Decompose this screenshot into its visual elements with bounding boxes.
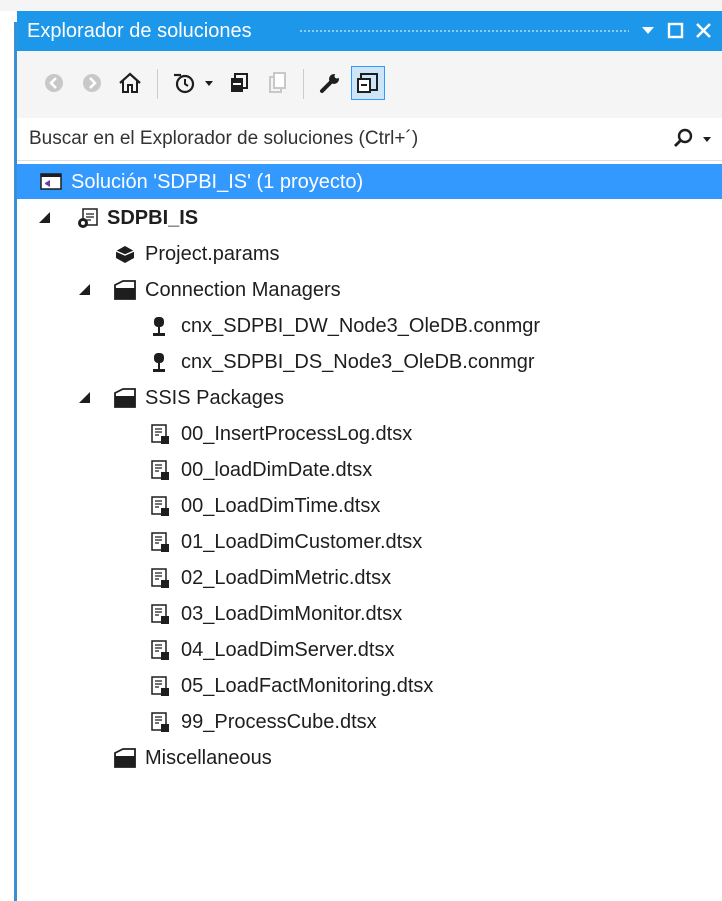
package-icon xyxy=(149,602,173,626)
tree-item-package[interactable]: 02_LoadDimMetric.dtsx xyxy=(17,560,722,595)
search-options-chevron-icon[interactable] xyxy=(701,132,713,150)
home-icon xyxy=(119,72,141,93)
properties-button[interactable] xyxy=(313,66,347,100)
show-all-files-icon xyxy=(269,72,286,93)
package-icon xyxy=(149,530,173,554)
solution-explorer-window: Explorador de soluciones Buscar en el Ex… xyxy=(0,0,722,901)
tree-item-label: 00_LoadDimTime.dtsx xyxy=(181,495,381,517)
tree-item-label: 00_loadDimDate.dtsx xyxy=(181,459,373,481)
params-icon xyxy=(113,242,137,266)
tree-item-package[interactable]: 99_ProcessCube.dtsx xyxy=(17,704,722,739)
history-clock-icon xyxy=(174,73,195,94)
tree-item-project[interactable]: SDPBI_IS xyxy=(17,200,722,235)
tree-item-connection[interactable]: cnx_SDPBI_DW_Node3_OleDB.conmgr xyxy=(17,308,722,343)
pending-changes-filter-button[interactable] xyxy=(167,66,201,100)
preview-icon xyxy=(357,73,378,93)
tree-item-project-params[interactable]: Project.params xyxy=(17,236,722,271)
tree-item-connection-managers[interactable]: Connection Managers xyxy=(17,272,722,307)
chevron-down-icon[interactable] xyxy=(637,17,659,43)
collapse-all-button[interactable] xyxy=(223,66,257,100)
title-drag-grip[interactable] xyxy=(299,29,629,34)
toolbar-separator xyxy=(157,69,158,99)
tree-item-label: Miscellaneous xyxy=(145,747,272,769)
package-icon xyxy=(149,458,173,482)
connection-icon xyxy=(149,314,173,338)
tree-item-label: 00_InsertProcessLog.dtsx xyxy=(181,423,413,445)
tree-item-package[interactable]: 00_LoadDimTime.dtsx xyxy=(17,488,722,523)
tree-item-connection[interactable]: cnx_SDPBI_DS_Node3_OleDB.conmgr xyxy=(17,344,722,379)
back-button[interactable] xyxy=(37,66,71,100)
wrench-icon xyxy=(320,73,340,93)
tree-item-package[interactable]: 05_LoadFactMonitoring.dtsx xyxy=(17,668,722,703)
toolbar xyxy=(17,51,722,118)
expand-arrow-icon[interactable] xyxy=(79,392,90,403)
preview-selected-button[interactable] xyxy=(351,66,385,100)
tree-item-ssis-packages[interactable]: SSIS Packages xyxy=(17,380,722,415)
tree-item-package[interactable]: 04_LoadDimServer.dtsx xyxy=(17,632,722,667)
tree-item-package[interactable]: 00_InsertProcessLog.dtsx xyxy=(17,416,722,451)
tree-item-package[interactable]: 00_loadDimDate.dtsx xyxy=(17,452,722,487)
tree-item-label: 02_LoadDimMetric.dtsx xyxy=(181,567,392,589)
toolbar-separator xyxy=(303,69,304,99)
panel-title: Explorador de soluciones xyxy=(27,20,252,42)
tree-item-label: Project.params xyxy=(145,243,280,265)
folder-icon xyxy=(113,746,137,770)
chevron-down-small-icon xyxy=(205,81,213,86)
folder-icon xyxy=(113,278,137,302)
tree-item-label: cnx_SDPBI_DS_Node3_OleDB.conmgr xyxy=(181,351,535,373)
package-icon xyxy=(149,566,173,590)
solution-explorer-panel: Explorador de soluciones Buscar en el Ex… xyxy=(17,11,722,901)
solution-icon xyxy=(39,170,63,194)
tree-item-package[interactable]: 01_LoadDimCustomer.dtsx xyxy=(17,524,722,559)
tree-item-label: 04_LoadDimServer.dtsx xyxy=(181,639,395,661)
tree-item-label: cnx_SDPBI_DW_Node3_OleDB.conmgr xyxy=(181,315,541,337)
forward-arrow-icon xyxy=(83,74,101,92)
show-all-files-button[interactable] xyxy=(261,66,295,100)
expand-arrow-icon[interactable] xyxy=(79,284,90,295)
tree-item-label: 01_LoadDimCustomer.dtsx xyxy=(181,531,423,553)
search-box[interactable]: Buscar en el Explorador de soluciones (C… xyxy=(17,118,722,161)
package-icon xyxy=(149,638,173,662)
pending-changes-dropdown[interactable] xyxy=(201,66,217,100)
package-icon xyxy=(149,710,173,734)
ssis-project-icon xyxy=(75,206,99,230)
search-input[interactable]: Buscar en el Explorador de soluciones (C… xyxy=(29,128,418,150)
tree-item-label: 99_ProcessCube.dtsx xyxy=(181,711,377,733)
back-arrow-icon xyxy=(45,74,63,92)
tree-item-package[interactable]: 03_LoadDimMonitor.dtsx xyxy=(17,596,722,631)
home-button[interactable] xyxy=(113,66,147,100)
folder-icon xyxy=(113,386,137,410)
panel-titlebar[interactable]: Explorador de soluciones xyxy=(17,11,722,51)
package-icon xyxy=(149,674,173,698)
tree-item-label: Solución 'SDPBI_IS' (1 proyecto) xyxy=(71,171,364,193)
tree-item-solution[interactable]: Solución 'SDPBI_IS' (1 proyecto) xyxy=(17,164,722,199)
tree-item-miscellaneous[interactable]: Miscellaneous xyxy=(17,740,722,775)
package-icon xyxy=(149,422,173,446)
connection-icon xyxy=(149,350,173,374)
package-icon xyxy=(149,494,173,518)
expand-arrow-icon[interactable] xyxy=(39,212,50,223)
maximize-icon[interactable] xyxy=(665,17,687,43)
tree-item-label: SSIS Packages xyxy=(145,387,284,409)
tree-item-label: Connection Managers xyxy=(145,279,341,301)
forward-button[interactable] xyxy=(75,66,109,100)
close-icon[interactable] xyxy=(693,17,715,43)
tree-item-label: 05_LoadFactMonitoring.dtsx xyxy=(181,675,434,697)
tree-item-label: 03_LoadDimMonitor.dtsx xyxy=(181,603,403,625)
collapse-all-icon xyxy=(231,73,248,92)
tree-item-label: SDPBI_IS xyxy=(107,207,199,229)
search-icon[interactable] xyxy=(672,127,696,156)
window-top-strip xyxy=(0,0,722,11)
